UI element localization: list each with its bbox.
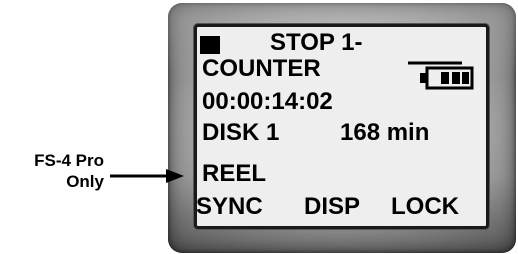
counter-label: COUNTER [202, 55, 321, 82]
softkey-sync[interactable]: SYNC [196, 194, 263, 220]
battery-terminal [420, 73, 427, 83]
reel-label: REEL [202, 160, 267, 187]
transport-status: STOP 1- [270, 29, 363, 56]
timecode-readout: 00:00:14:02 [202, 88, 333, 115]
disk-label: DISK 1 [202, 119, 280, 146]
disk-remaining-minutes: 168 min [340, 119, 430, 146]
battery-segment-2 [452, 72, 460, 84]
battery-segment-3 [462, 72, 469, 84]
softkey-disp[interactable]: DISP [304, 194, 360, 220]
callout-label-only: Only [66, 172, 104, 191]
battery-icon [408, 61, 474, 90]
callout-label-model: FS-4 Pro [34, 151, 104, 170]
battery-segment-1 [441, 72, 449, 84]
softkey-lock[interactable]: LOCK [391, 194, 459, 220]
stop-indicator-icon [200, 36, 220, 54]
